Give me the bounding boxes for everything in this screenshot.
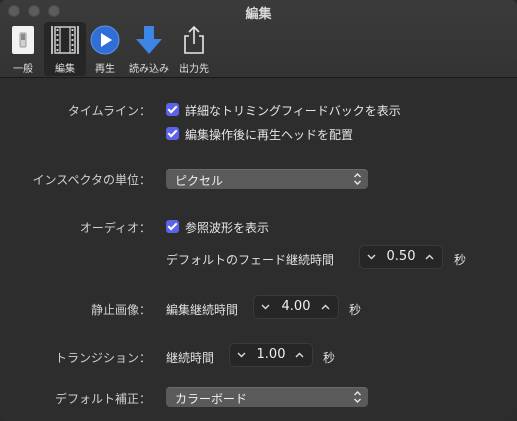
transitions-label: トランジション： — [54, 351, 151, 365]
share-icon — [184, 25, 204, 54]
transition-increment-button[interactable] — [290, 344, 310, 366]
transition-duration-stepper[interactable]: 1.00 — [229, 343, 313, 367]
tab-general[interactable]: 一般 — [4, 22, 42, 76]
still-duration-label: 編集継続時間 — [166, 303, 239, 317]
chevron-down-icon — [261, 304, 270, 310]
fade-duration-value[interactable]: 0.50 — [382, 249, 420, 264]
popup-arrows-icon — [354, 391, 361, 403]
still-images-label: 静止画像： — [90, 303, 151, 317]
timeline-label: タイムライン： — [67, 104, 151, 118]
tab-import[interactable]: 読み込み — [126, 22, 172, 76]
default-correction-label: デフォルト補正： — [54, 392, 151, 406]
still-increment-button[interactable] — [316, 296, 336, 318]
inspector-units-popup[interactable]: ピクセル — [166, 169, 368, 189]
position-playhead-checkbox[interactable] — [166, 127, 179, 140]
fade-duration-stepper[interactable]: 0.50 — [359, 245, 443, 269]
tab-destinations[interactable]: 出力先 — [174, 22, 214, 76]
chevron-up-icon — [321, 304, 330, 310]
show-trim-feedback-text: 詳細なトリミングフィードバックを表示 — [185, 104, 401, 118]
position-playhead-text: 編集操作後に再生ヘッドを配置 — [185, 128, 354, 142]
tab-import-label: 読み込み — [129, 64, 169, 75]
window-title: 編集 — [245, 7, 272, 22]
tab-destinations-label: 出力先 — [179, 64, 209, 75]
show-trim-feedback-checkbox[interactable] — [166, 103, 179, 116]
transition-duration-label: 継続時間 — [166, 351, 215, 365]
audio-label: オーディオ： — [79, 221, 151, 235]
chevron-up-icon — [295, 352, 304, 358]
transition-duration-unit: 秒 — [323, 351, 336, 365]
transition-decrement-button[interactable] — [232, 344, 252, 366]
film-strip-icon — [51, 26, 79, 54]
tab-general-label: 一般 — [13, 64, 33, 75]
fade-increment-button[interactable] — [420, 246, 440, 268]
show-reference-waveforms-text: 参照波形を表示 — [185, 221, 270, 235]
chevron-down-icon — [367, 254, 376, 260]
settings-panel: タイムライン： 詳細なトリミングフィードバックを表示 編集操作後に再生ヘッドを配… — [0, 79, 517, 421]
tab-playback[interactable]: 再生 — [86, 22, 124, 76]
tab-editing-label: 編集 — [55, 64, 75, 75]
inspector-units-value: ピクセル — [175, 174, 224, 188]
still-decrement-button[interactable] — [256, 296, 276, 318]
tab-editing[interactable]: 編集 — [44, 22, 86, 76]
still-duration-stepper[interactable]: 4.00 — [253, 295, 339, 319]
default-correction-value: カラーボード — [175, 392, 248, 406]
play-icon — [90, 25, 120, 55]
still-duration-unit: 秒 — [349, 303, 362, 317]
still-duration-value[interactable]: 4.00 — [276, 299, 316, 314]
general-switch-icon — [12, 26, 34, 54]
fade-duration-unit: 秒 — [454, 253, 467, 267]
tab-playback-label: 再生 — [95, 64, 115, 75]
transition-duration-value[interactable]: 1.00 — [252, 347, 290, 362]
inspector-units-label: インスペクタの単位： — [32, 173, 151, 187]
default-fade-duration-label: デフォルトのフェード継続時間 — [166, 253, 335, 267]
toolbar: 編集 一般 編集 再生 読み込み 出力先 — [0, 0, 517, 78]
chevron-down-icon — [237, 352, 246, 358]
show-reference-waveforms-checkbox[interactable] — [166, 220, 179, 233]
popup-arrows-icon — [354, 173, 361, 185]
fade-decrement-button[interactable] — [362, 246, 382, 268]
chevron-up-icon — [425, 254, 434, 260]
download-arrow-icon — [136, 26, 162, 54]
preferences-window: 編集 一般 編集 再生 読み込み 出力先 タイムライン： 詳細なトリミングフィー… — [0, 0, 517, 421]
default-correction-popup[interactable]: カラーボード — [166, 387, 368, 407]
